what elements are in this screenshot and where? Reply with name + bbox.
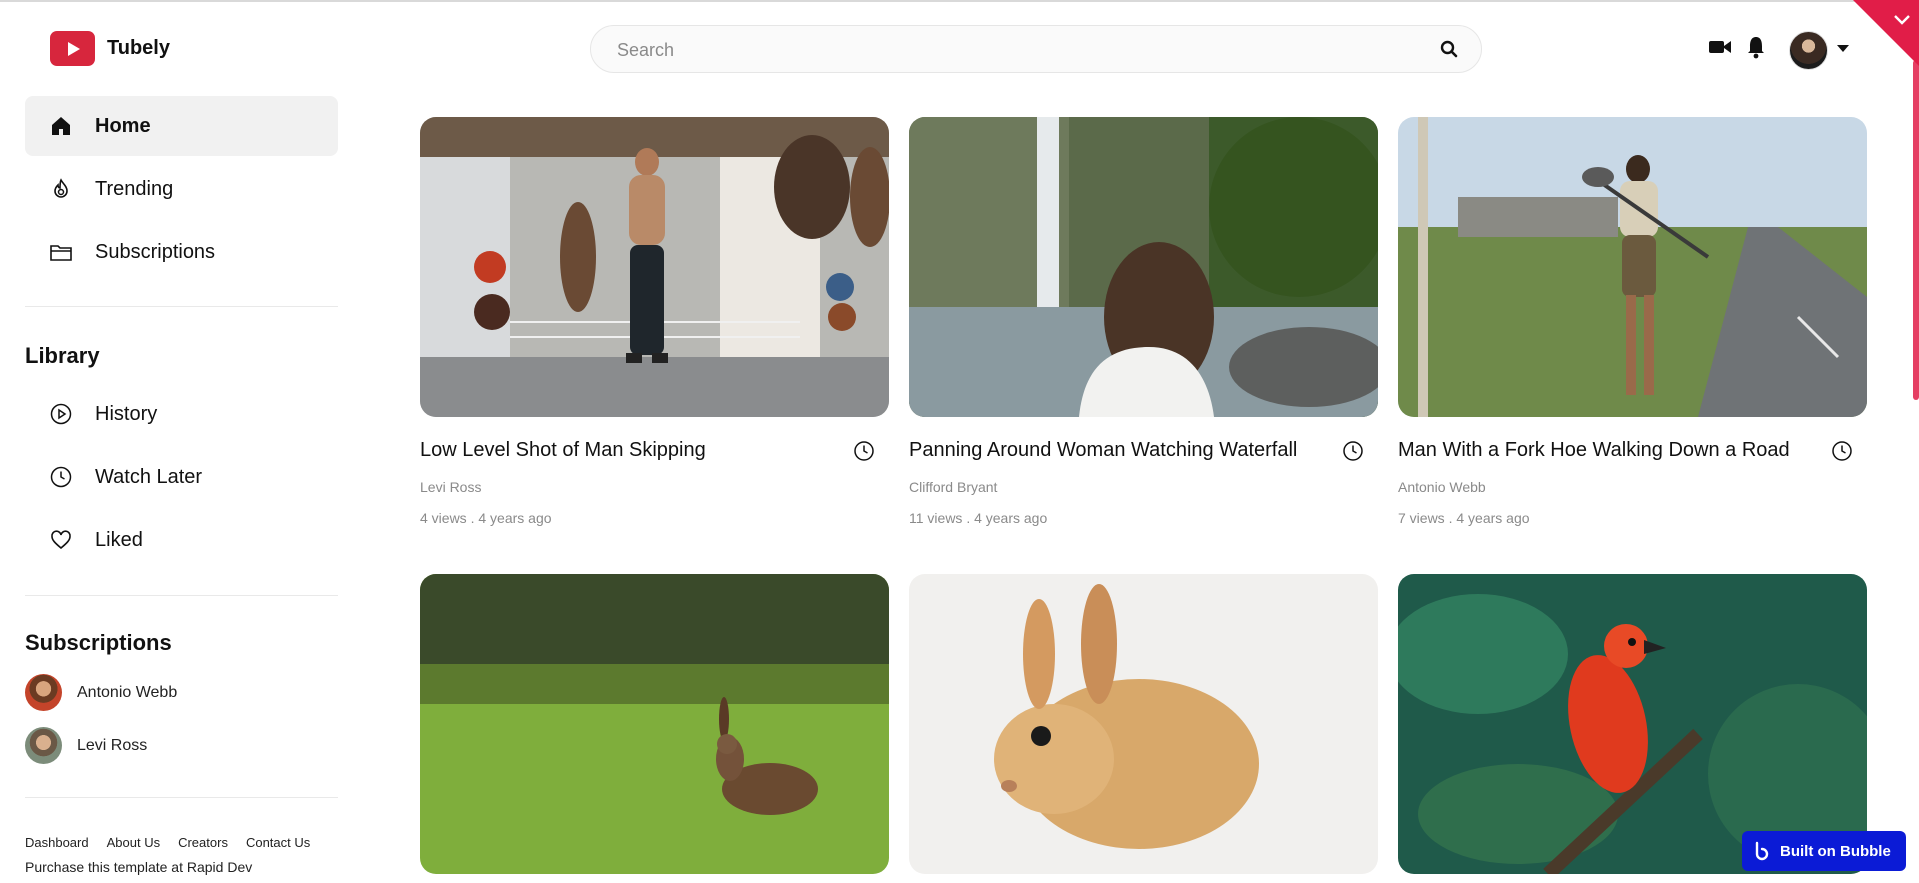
channel-name: Antonio Webb <box>77 683 178 701</box>
footer-link-dashboard[interactable]: Dashboard <box>25 835 89 850</box>
play-circle-icon <box>50 403 72 425</box>
video-stats: 7 views . 4 years ago <box>1398 510 1530 526</box>
divider <box>25 595 338 596</box>
clock-icon <box>50 466 72 488</box>
sidebar-item-label: Trending <box>95 177 174 200</box>
library-heading: Library <box>25 343 100 368</box>
app-logo[interactable]: Tubely <box>50 31 170 66</box>
avatar <box>25 674 62 711</box>
video-card[interactable] <box>1398 574 1867 874</box>
video-thumbnail-waterfall[interactable] <box>909 117 1378 417</box>
search-input[interactable] <box>615 26 1399 74</box>
watch-later-icon[interactable] <box>1831 440 1853 462</box>
footer-links: Dashboard About Us Creators Contact Us <box>25 835 310 850</box>
video-author[interactable]: Clifford Bryant <box>909 479 997 495</box>
video-title[interactable]: Panning Around Woman Watching Waterfall <box>909 439 1297 462</box>
subscriptions-heading: Subscriptions <box>25 630 172 655</box>
video-thumbnail-bird[interactable] <box>1398 574 1867 874</box>
top-border <box>0 0 1919 2</box>
sidebar-item-label: Liked <box>95 528 143 551</box>
avatar <box>25 727 62 764</box>
footer-link-about[interactable]: About Us <box>107 835 160 850</box>
search-icon[interactable] <box>1439 39 1459 59</box>
built-on-bubble-badge[interactable]: Built on Bubble <box>1742 831 1906 871</box>
app-name: Tubely <box>107 37 170 59</box>
video-author[interactable]: Antonio Webb <box>1398 479 1486 495</box>
video-title[interactable]: Man With a Fork Hoe Walking Down a Road <box>1398 439 1790 462</box>
sidebar-item-label: Subscriptions <box>95 240 216 263</box>
video-card[interactable]: Panning Around Woman Watching Waterfall … <box>909 117 1378 526</box>
chevron-down-icon[interactable] <box>1837 45 1849 52</box>
subscription-item[interactable]: Levi Ross <box>25 727 147 764</box>
user-avatar[interactable] <box>1789 31 1828 70</box>
divider <box>25 797 338 798</box>
footer-link-contact[interactable]: Contact Us <box>246 835 310 850</box>
sidebar-item-trending[interactable]: Trending <box>25 159 338 219</box>
sidebar-item-label: Watch Later <box>95 465 203 488</box>
video-title[interactable]: Low Level Shot of Man Skipping <box>420 439 706 462</box>
badge-label: Built on Bubble <box>1780 842 1891 860</box>
sidebar-item-home[interactable]: Home <box>25 96 338 156</box>
sidebar-item-label: Home <box>95 114 151 137</box>
video-card[interactable]: Man With a Fork Hoe Walking Down a Road … <box>1398 117 1867 526</box>
divider <box>25 306 338 307</box>
video-card[interactable] <box>420 574 889 874</box>
bubble-logo-icon <box>1755 841 1769 861</box>
video-stats: 4 views . 4 years ago <box>420 510 552 526</box>
video-stats: 11 views . 4 years ago <box>909 510 1048 526</box>
video-card[interactable] <box>909 574 1378 874</box>
video-thumbnail-gym[interactable] <box>420 117 889 417</box>
video-thumbnail-road[interactable] <box>1398 117 1867 417</box>
home-icon <box>52 117 70 135</box>
bell-icon[interactable] <box>1746 35 1766 59</box>
video-camera-icon[interactable] <box>1708 36 1732 58</box>
flame-icon <box>54 178 68 198</box>
footer-link-creators[interactable]: Creators <box>178 835 228 850</box>
subscription-item[interactable]: Antonio Webb <box>25 674 177 711</box>
channel-name: Levi Ross <box>77 736 148 754</box>
search-bar[interactable] <box>590 25 1482 74</box>
heart-icon <box>51 530 71 550</box>
video-card[interactable]: Low Level Shot of Man Skipping Levi Ross… <box>420 117 889 526</box>
scrollbar[interactable] <box>1913 60 1919 400</box>
sidebar-item-history[interactable]: History <box>25 384 338 444</box>
video-thumbnail-hare[interactable] <box>420 574 889 874</box>
sidebar-item-subscriptions[interactable]: Subscriptions <box>25 222 338 282</box>
watch-later-icon[interactable] <box>853 440 875 462</box>
sidebar-item-liked[interactable]: Liked <box>25 510 338 570</box>
sidebar-item-label: History <box>95 402 158 425</box>
sidebar-item-watch-later[interactable]: Watch Later <box>25 447 338 507</box>
footer-note[interactable]: Purchase this template at Rapid Dev <box>25 859 252 875</box>
corner-toggle[interactable] <box>1853 0 1919 66</box>
video-thumbnail-rabbit[interactable] <box>909 574 1378 874</box>
folder-icon <box>50 245 72 261</box>
video-author[interactable]: Levi Ross <box>420 479 481 495</box>
play-logo-icon <box>50 31 95 66</box>
watch-later-icon[interactable] <box>1342 440 1364 462</box>
